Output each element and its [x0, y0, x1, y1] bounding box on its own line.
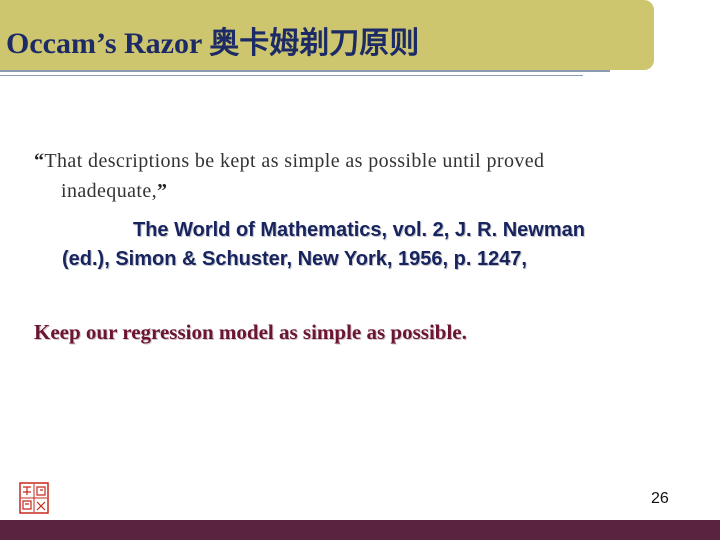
citation-block: The World of Mathematics, vol. 2, J. R. …: [62, 216, 702, 274]
title-underline-secondary: [0, 75, 583, 76]
takeaway-text: Keep our regression model as simple as p…: [34, 320, 467, 344]
page-number: 26: [651, 490, 669, 507]
citation-line-2: (ed.), Simon & Schuster, New York, 1956,…: [62, 248, 527, 270]
title-bar: Occam’s Razor 奥卡姆剃刀原则: [0, 0, 654, 70]
slide-title: Occam’s Razor 奥卡姆剃刀原则: [6, 27, 420, 60]
footer-bar: [0, 520, 720, 540]
quote-line-2: inadequate,: [61, 180, 158, 202]
title-underline: [0, 70, 610, 72]
quote-line-1: That descriptions be kept as simple as p…: [44, 150, 545, 172]
citation-line-1: The World of Mathematics, vol. 2, J. R. …: [133, 219, 585, 241]
quote-block: “That descriptions be kept as simple as …: [34, 146, 694, 206]
red-seal-icon: [19, 482, 49, 514]
quote-open-mark: “: [34, 150, 45, 172]
quote-close-mark: ”: [157, 180, 168, 202]
